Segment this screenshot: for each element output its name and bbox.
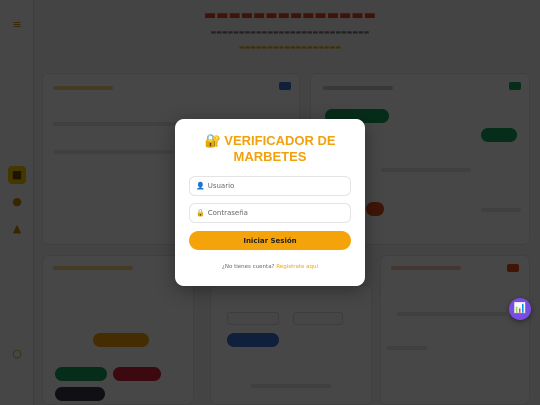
username-field[interactable]: 👤 (189, 176, 351, 196)
modal-title: 🔐 VERIFICADOR DE MARBETES (175, 133, 365, 165)
lock-key-icon: 🔐 (204, 133, 221, 148)
modal-title-text: VERIFICADOR DE MARBETES (224, 133, 336, 164)
register-prompt: ¿No tienes cuenta? Regístrate aquí (175, 264, 365, 270)
register-prompt-text: ¿No tienes cuenta? (221, 264, 275, 270)
lock-icon: 🔒 (196, 209, 205, 217)
user-icon: 👤 (196, 182, 205, 190)
chart-icon: 📊 (513, 303, 527, 314)
password-field[interactable]: 🔒 (189, 203, 351, 223)
username-input[interactable] (207, 182, 348, 190)
password-input[interactable] (207, 209, 348, 217)
login-button[interactable]: Iniciar Sesión (189, 231, 351, 250)
login-modal: 🔐 VERIFICADOR DE MARBETES 👤 🔒 Iniciar Se… (175, 119, 365, 286)
register-link[interactable]: Regístrate aquí (276, 264, 318, 270)
chart-fab-button[interactable]: 📊 (509, 298, 531, 320)
